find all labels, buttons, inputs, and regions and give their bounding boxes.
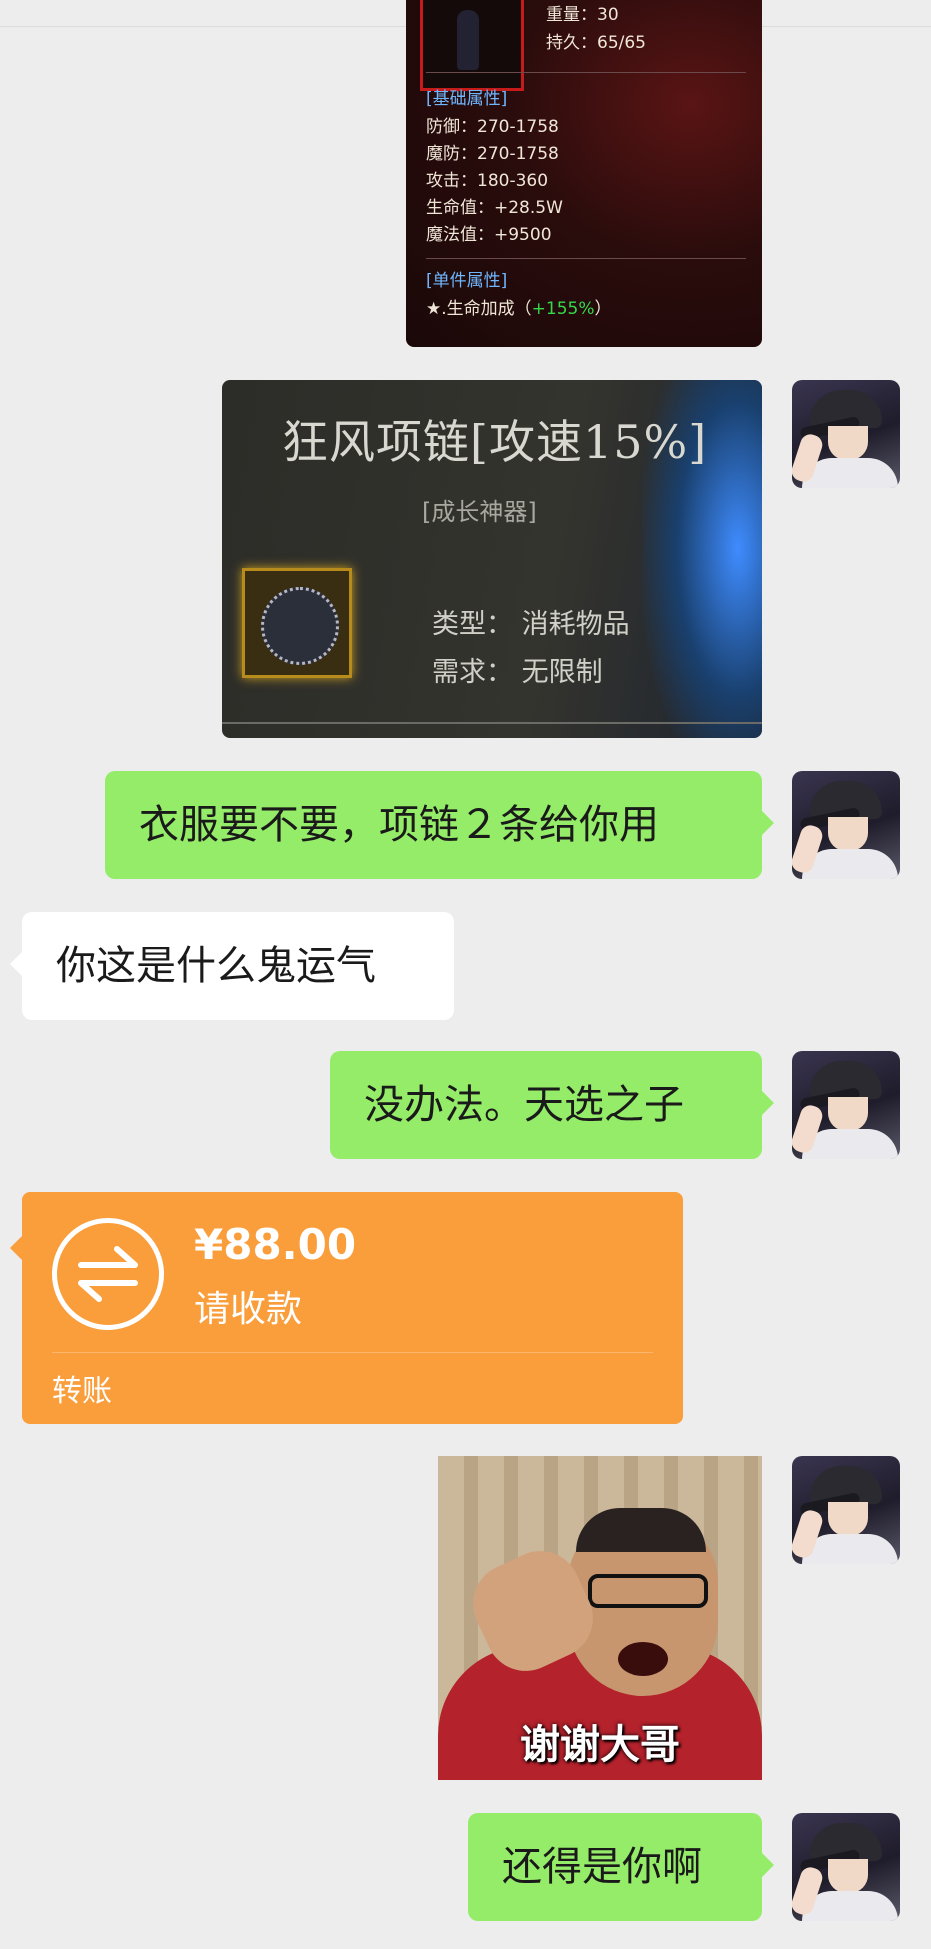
attack-stat: 攻击：180-360 xyxy=(426,171,549,191)
item-subtitle: [成长神器] xyxy=(422,498,537,526)
item-requirement: 需求： 无限制 xyxy=(432,657,603,688)
my-avatar[interactable] xyxy=(792,771,900,879)
mp-stat: 魔法值：+9500 xyxy=(426,225,552,245)
hp-bonus-stat: ★.生命加成（+155%） xyxy=(426,299,612,319)
item-weight: 重量：30 xyxy=(546,5,619,25)
sticker-image[interactable]: 谢谢大哥 xyxy=(438,1456,762,1780)
message-bubble-sent[interactable]: 还得是你啊 xyxy=(468,1813,774,1921)
item-title: 狂风项链[攻速15%] xyxy=(282,415,708,469)
magic-defense-stat: 魔防：270-1758 xyxy=(426,144,559,164)
item-thumbnail xyxy=(420,0,524,91)
transfer-amount: ¥88.00 xyxy=(194,1220,357,1269)
game-item-card-armor[interactable]: 重量：30 持久：65/65 [基础属性] 防御：270-1758 魔防：270… xyxy=(406,0,762,347)
transfer-card[interactable]: ¥88.00 请收款 转账 xyxy=(10,1192,683,1424)
game-item-card-necklace[interactable]: 狂风项链[攻速15%] [成长神器] 类型： 消耗物品 需求： 无限制 xyxy=(222,380,762,738)
message-bubble-sent[interactable]: 没办法。天选之子 xyxy=(330,1051,774,1159)
necklace-icon xyxy=(242,568,352,678)
my-avatar[interactable] xyxy=(792,1051,900,1159)
transfer-type-label: 转账 xyxy=(52,1374,112,1409)
divider xyxy=(426,258,746,259)
my-avatar[interactable] xyxy=(792,380,900,488)
my-avatar[interactable] xyxy=(792,1456,900,1564)
transfer-status: 请收款 xyxy=(194,1289,303,1330)
divider xyxy=(426,72,746,73)
item-type: 类型： 消耗物品 xyxy=(432,609,630,640)
sticker-caption: 谢谢大哥 xyxy=(520,1722,680,1768)
hp-stat: 生命值：+28.5W xyxy=(426,198,563,218)
my-avatar[interactable] xyxy=(792,1813,900,1921)
message-bubble-received[interactable]: 你这是什么鬼运气 xyxy=(10,912,454,1020)
base-attributes-title: [基础属性] xyxy=(426,89,508,109)
single-attributes-title: [单件属性] xyxy=(426,271,508,291)
message-bubble-sent[interactable]: 衣服要不要，项链２条给你用 xyxy=(105,771,774,879)
item-durability: 持久：65/65 xyxy=(546,33,646,53)
defense-stat: 防御：270-1758 xyxy=(426,117,559,137)
transfer-icon xyxy=(52,1218,164,1330)
